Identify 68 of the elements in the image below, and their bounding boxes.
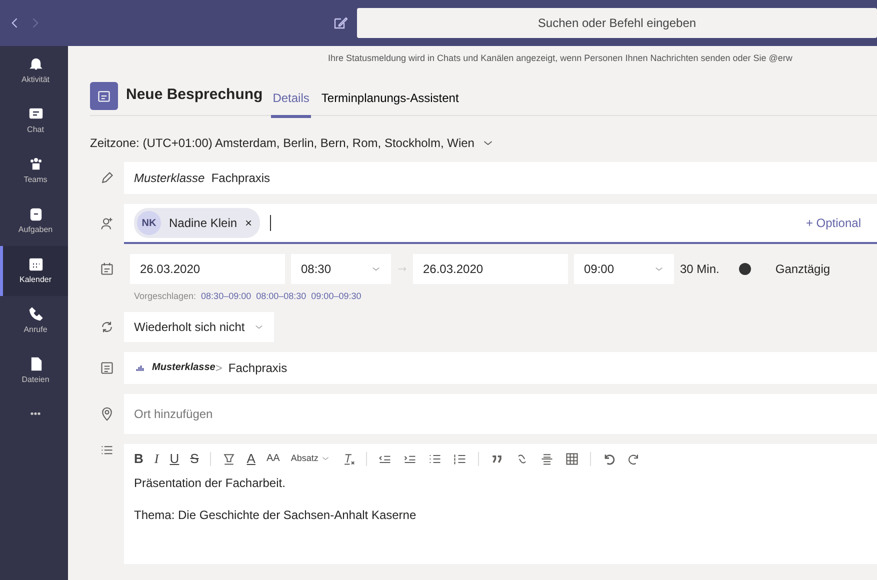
title-field[interactable]: Musterklasse Fachpraxis bbox=[124, 162, 877, 194]
sidebar-item[interactable]: Teams bbox=[0, 146, 68, 196]
more-button[interactable]: ••• bbox=[0, 396, 68, 432]
avatar: NK bbox=[137, 211, 161, 235]
time-field[interactable]: 09:00 bbox=[574, 254, 674, 284]
location-field[interactable]: Ort hinzufügen bbox=[124, 394, 877, 434]
sidebar-item[interactable]: Kalender bbox=[0, 246, 68, 296]
people-icon bbox=[28, 156, 44, 172]
search-field[interactable]: Suchen oder Befehl eingeben bbox=[357, 8, 877, 38]
numbered-list-icon[interactable] bbox=[453, 452, 468, 466]
tab[interactable]: Details bbox=[270, 81, 312, 118]
bell-icon bbox=[28, 56, 44, 72]
status-message: Ihre Statusmeldung wird in Chats und Kanälen angezeigt, wenn Personen Ihnen Nachrichten senden oder Sie @erw bbox=[327, 52, 794, 65]
undo-icon[interactable] bbox=[602, 452, 616, 466]
location-icon bbox=[100, 406, 114, 420]
bag-icon bbox=[28, 206, 44, 222]
pencil-icon bbox=[100, 171, 114, 185]
highlight-icon[interactable] bbox=[222, 452, 236, 466]
calendar-icon bbox=[97, 88, 111, 102]
attendee-chip[interactable]: NK Nadine Klein × bbox=[134, 208, 260, 238]
format-button[interactable]: B bbox=[134, 452, 144, 465]
date-field[interactable]: 26.03.2020 bbox=[130, 254, 285, 284]
time-suggestion-link[interactable]: 08:30–09:00 bbox=[201, 290, 252, 304]
sidebar-item[interactable]: Aktivität bbox=[0, 46, 68, 96]
sidebar-item[interactable]: Aufgaben bbox=[0, 196, 68, 246]
duration-label: 30 Min. bbox=[680, 261, 720, 278]
attendee-name: Nadine Klein bbox=[169, 215, 238, 232]
body-text: Thema: Die Geschichte der Sachsen-Anhalt Kaserne bbox=[133, 506, 418, 524]
format-button[interactable]: AA bbox=[266, 454, 280, 464]
table-icon[interactable] bbox=[565, 452, 580, 466]
channel-field[interactable]: Musterklasse> Fachpraxis bbox=[124, 352, 877, 384]
sidebar-item[interactable]: Dateien bbox=[0, 346, 68, 396]
repeat-icon bbox=[100, 320, 114, 334]
calendar-icon bbox=[100, 262, 114, 276]
horizontal-rule-icon[interactable] bbox=[540, 452, 554, 466]
body-text: Präsentation der Facharbeit. bbox=[133, 474, 286, 492]
arrow-icon bbox=[397, 264, 407, 274]
channel-icon bbox=[100, 360, 114, 374]
suggestions-label: Vorgeschlagen: bbox=[134, 290, 196, 303]
channel-name: Fachpraxis bbox=[228, 360, 288, 376]
format-button[interactable]: A bbox=[246, 452, 256, 465]
date-field[interactable]: 26.03.2020 bbox=[413, 254, 568, 284]
add-person-icon bbox=[100, 217, 114, 231]
format-button[interactable]: S bbox=[190, 452, 199, 465]
sidebar-item[interactable]: Anrufe bbox=[0, 296, 68, 346]
calendar-icon bbox=[28, 256, 44, 272]
all-day-label: Ganztägig bbox=[775, 261, 830, 278]
compose-icon[interactable] bbox=[332, 15, 348, 31]
team-icon bbox=[134, 364, 146, 372]
attendees-field[interactable]: NK Nadine Klein × + Optional bbox=[124, 204, 877, 244]
time-field[interactable]: 08:30 bbox=[291, 254, 391, 284]
optional-link[interactable]: + Optional bbox=[800, 213, 867, 233]
team-name: Musterklasse bbox=[152, 361, 216, 375]
recurrence-dropdown[interactable]: Wiederholt sich nicht bbox=[124, 312, 274, 342]
tab[interactable]: Terminplanungs-Assistent bbox=[319, 81, 461, 118]
format-button[interactable]: I bbox=[154, 452, 159, 465]
page-title: Neue Besprechung bbox=[126, 85, 263, 106]
sidebar-item[interactable]: Chat bbox=[0, 96, 68, 146]
all-day-toggle[interactable] bbox=[739, 263, 752, 275]
format-button[interactable]: U bbox=[170, 452, 180, 465]
timezone-label: Zeitzone: (UTC+01:00) Amsterdam, Berlin, Bern, Rom, Stockholm, Wien bbox=[90, 135, 474, 152]
time-suggestion-link[interactable]: 09:00–09:30 bbox=[311, 290, 362, 304]
remove-icon[interactable]: × bbox=[245, 214, 252, 232]
time-suggestion-link[interactable]: 08:00–08:30 bbox=[256, 290, 306, 304]
text-cursor bbox=[270, 215, 272, 231]
separator-label: > bbox=[215, 360, 222, 376]
phone-icon bbox=[28, 306, 44, 322]
paragraph-dropdown[interactable]: Absatz bbox=[290, 454, 330, 463]
